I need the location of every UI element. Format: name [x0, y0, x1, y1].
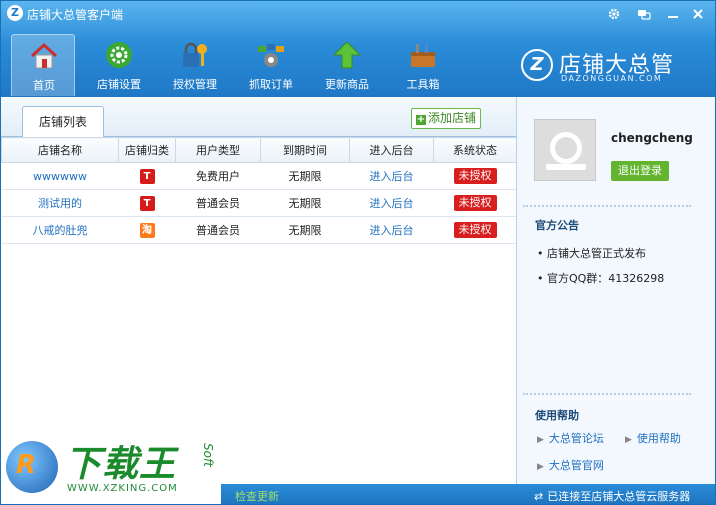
store-name-link[interactable]: 八戒的肚兜: [33, 224, 88, 237]
nav-home-label: 首页: [33, 79, 55, 92]
enter-backend-link[interactable]: 进入后台: [370, 224, 414, 237]
table-row[interactable]: 测试用的 T 普通会员 无期限 进入后台 未授权: [1, 189, 517, 217]
gear-icon: [106, 42, 132, 68]
add-store-button[interactable]: + 添加店铺: [411, 108, 481, 129]
nav-update-products[interactable]: 更新商品: [315, 34, 379, 96]
home-icon: [30, 42, 58, 69]
help-link-guide[interactable]: ▶ 使用帮助: [625, 430, 681, 446]
nav-home[interactable]: 首页: [11, 34, 75, 96]
expiry-cell: 无期限: [260, 216, 350, 244]
watermark-text: 下载王: [65, 444, 177, 485]
lock-key-icon: [183, 42, 207, 67]
nav-store-settings-label: 店铺设置: [97, 78, 141, 91]
notice-item: • 官方QQ群：41326298: [537, 272, 665, 285]
nav-toolbox-label: 工具箱: [406, 78, 440, 91]
tmall-icon: T: [139, 195, 155, 211]
close-icon[interactable]: [690, 7, 706, 23]
nav-auth-manage[interactable]: 授权管理: [163, 34, 227, 96]
watermark-logo-icon: R: [6, 441, 58, 493]
divider: [523, 205, 691, 207]
expiry-cell: 无期限: [260, 189, 350, 217]
check-update-link[interactable]: 检查更新: [235, 488, 279, 504]
tab-bar: 店铺列表 + 添加店铺: [1, 97, 516, 138]
store-name-link[interactable]: 测试用的: [38, 197, 82, 210]
expiry-cell: 无期限: [260, 162, 350, 190]
brand-subtext: DAZONGGUAN.COM: [561, 74, 663, 83]
notice-item: • 店铺大总管正式发布: [537, 247, 646, 260]
camera-icon: [550, 132, 582, 164]
settings-gear-icon[interactable]: [606, 7, 622, 23]
divider: [523, 393, 691, 395]
sync-icon: ⇄: [534, 490, 544, 503]
table-row[interactable]: wwwwww T 免费用户 无期限 进入后台 未授权: [1, 162, 517, 190]
sidebar: chengcheng 退出登录 官方公告 • 店铺大总管正式发布 • 官方QQ群…: [516, 97, 715, 484]
up-arrow-icon: [332, 41, 362, 69]
title-bar[interactable]: Z 店铺大总管客户端: [1, 1, 715, 27]
column-header-status[interactable]: 系统状态: [433, 137, 517, 163]
column-header-enter-backend[interactable]: 进入后台: [349, 137, 434, 163]
table-header-row: 店铺名称 店铺归类 用户类型 到期时间 进入后台 系统状态: [1, 137, 517, 163]
help-title: 使用帮助: [535, 409, 579, 422]
enter-backend-link[interactable]: 进入后台: [370, 170, 414, 183]
column-header-store-name[interactable]: 店铺名称: [1, 137, 119, 163]
app-logo-icon: Z: [7, 5, 23, 21]
grab-order-icon: [258, 44, 284, 67]
user-type-cell: 免费用户: [175, 162, 261, 190]
notice-title: 官方公告: [535, 219, 579, 232]
app-window: Z 店铺大总管客户端 首页 店铺设置 授权管理 抓取订单 更新商品 工具箱 Z …: [0, 0, 716, 505]
connection-status: ⇄ 已连接至店铺大总管云服务器: [534, 488, 690, 504]
help-link-forum[interactable]: ▶ 大总管论坛: [537, 430, 604, 446]
arrow-right-icon: ▶: [537, 462, 544, 472]
watermark-url: WWW.XZKING.COM: [67, 483, 178, 494]
help-link-label: 使用帮助: [636, 432, 681, 445]
tab-store-list[interactable]: 店铺列表: [22, 106, 104, 138]
store-name-link[interactable]: wwwwww: [33, 170, 87, 183]
watermark-logo-letter: R: [16, 450, 37, 480]
avatar-base: [546, 164, 586, 170]
minimize-icon[interactable]: [665, 7, 681, 23]
logout-button[interactable]: 退出登录: [611, 161, 669, 181]
nav-auth-manage-label: 授权管理: [173, 78, 217, 91]
status-badge[interactable]: 未授权: [453, 168, 497, 184]
user-type-cell: 普通会员: [175, 216, 261, 244]
avatar[interactable]: [534, 119, 596, 181]
main-panel: 店铺列表 + 添加店铺 店铺名称 店铺归类 用户类型 到期时间 进入后台 系统状态…: [1, 97, 517, 484]
store-table: 店铺名称 店铺归类 用户类型 到期时间 进入后台 系统状态 wwwwww T 免…: [1, 137, 517, 244]
status-badge[interactable]: 未授权: [453, 195, 497, 211]
user-type-cell: 普通会员: [175, 189, 261, 217]
minimize-chat-icon[interactable]: [636, 7, 652, 23]
column-header-user-type[interactable]: 用户类型: [175, 137, 261, 163]
plus-icon: +: [415, 114, 426, 125]
help-link-label: 大总管官网: [548, 459, 604, 472]
nav-grab-orders-label: 抓取订单: [249, 78, 293, 91]
window-title: 店铺大总管客户端: [27, 8, 124, 22]
username: chengcheng: [611, 131, 693, 145]
help-link-label: 大总管论坛: [548, 432, 604, 445]
taobao-icon: 淘: [139, 222, 155, 238]
brand-mark-icon: Z: [521, 49, 553, 81]
tmall-icon: T: [139, 168, 155, 184]
column-header-expiry[interactable]: 到期时间: [260, 137, 350, 163]
watermark-soft: Soft: [201, 443, 215, 467]
connection-status-text: 已连接至店铺大总管云服务器: [547, 490, 691, 503]
watermark: R 下载王 WWW.XZKING.COM Soft: [1, 431, 221, 504]
arrow-right-icon: ▶: [625, 435, 632, 445]
arrow-right-icon: ▶: [537, 435, 544, 445]
nav-store-settings[interactable]: 店铺设置: [87, 34, 151, 96]
status-badge[interactable]: 未授权: [453, 222, 497, 238]
enter-backend-link[interactable]: 进入后台: [370, 197, 414, 210]
nav-toolbox[interactable]: 工具箱: [391, 34, 455, 96]
nav-grab-orders[interactable]: 抓取订单: [239, 34, 303, 96]
add-store-label: 添加店铺: [427, 111, 476, 125]
toolbox-icon: [411, 42, 435, 67]
nav-update-products-label: 更新商品: [325, 78, 369, 91]
column-header-platform[interactable]: 店铺归类: [118, 137, 176, 163]
header: Z 店铺大总管客户端 首页 店铺设置 授权管理 抓取订单 更新商品 工具箱 Z …: [1, 1, 715, 97]
table-row[interactable]: 八戒的肚兜 淘 普通会员 无期限 进入后台 未授权: [1, 216, 517, 244]
brand-logo: Z 店铺大总管 DAZONGGUAN.COM: [521, 47, 711, 87]
help-link-website[interactable]: ▶ 大总管官网: [537, 457, 604, 473]
